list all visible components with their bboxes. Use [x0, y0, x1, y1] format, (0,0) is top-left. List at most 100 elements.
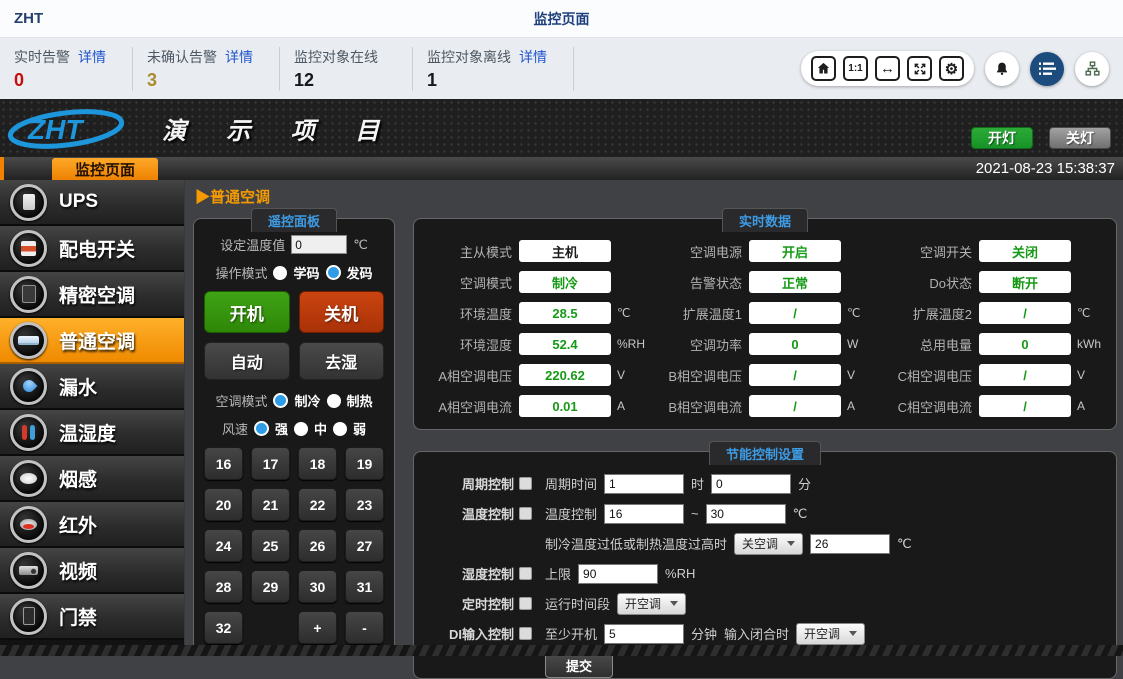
temp-control-checkbox[interactable] [519, 507, 532, 520]
sidebar-item-smoke[interactable]: 烟感 [0, 456, 184, 502]
field-value: 28.5 [519, 302, 611, 324]
field-phase-b-current: B相空调电流/A [650, 395, 880, 417]
minute-unit: 分 [798, 474, 811, 493]
temperature-keypad: 16 17 18 19 20 21 22 23 24 25 26 27 28 2… [204, 447, 384, 644]
sidebar-item-normal-ac[interactable]: 普通空调 [0, 318, 184, 364]
field-ac-switch: 空调开关关闭 [880, 240, 1110, 262]
run-period-select[interactable]: 开空调 [617, 593, 686, 615]
sidebar-item-infrared[interactable]: 红外 [0, 502, 184, 548]
settings-button[interactable]: ⚙ [939, 56, 964, 81]
di-control-checkbox[interactable] [519, 627, 532, 640]
sidebar-item-ups[interactable]: UPS [0, 180, 184, 226]
overlimit-action-select[interactable]: 关空调 [734, 533, 803, 555]
field-ac-power-w: 空调功率0W [650, 333, 880, 355]
overlimit-temp-input[interactable] [810, 534, 890, 554]
cycle-hour-input[interactable] [604, 474, 684, 494]
field-value: 断开 [979, 271, 1071, 293]
temp-range-label: 温度控制 [545, 504, 597, 523]
list-view-button[interactable] [1030, 52, 1064, 86]
gear-icon: ⚙ [945, 60, 958, 78]
radio-fan-mid[interactable] [294, 422, 308, 436]
power-off-button[interactable]: 关机 [299, 291, 385, 333]
thermometer-icon [10, 414, 47, 451]
temp-key[interactable]: 17 [251, 447, 290, 480]
temp-key[interactable]: 30 [298, 570, 337, 603]
sidebar-item-temp-humidity[interactable]: 温湿度 [0, 410, 184, 456]
logo-bar: ZHT 演 示 项 目 开灯 关灯 [0, 99, 1123, 157]
radio-heating[interactable] [327, 394, 341, 408]
temp-key[interactable]: 19 [345, 447, 384, 480]
ups-icon [10, 184, 47, 221]
sidebar-item-power-switch[interactable]: 配电开关 [0, 226, 184, 272]
dehumidify-button[interactable]: 去湿 [299, 342, 385, 380]
temp-min-input[interactable] [604, 504, 684, 524]
temp-key[interactable]: 32 [204, 611, 243, 644]
field-value: / [749, 395, 841, 417]
humidity-limit-input[interactable] [578, 564, 658, 584]
temp-max-input[interactable] [706, 504, 786, 524]
radio-learn-code[interactable] [273, 266, 287, 280]
one-to-one-icon: 1:1 [848, 63, 862, 74]
fit-width-icon: ↔ [880, 60, 895, 77]
temp-key[interactable]: 18 [298, 447, 337, 480]
input-closed-select[interactable]: 开空调 [796, 623, 865, 645]
field-total-energy: 总用电量0kWh [880, 333, 1110, 355]
topology-button[interactable] [1075, 52, 1109, 86]
radio-fan-high[interactable] [254, 421, 269, 436]
details-link[interactable]: 详情 [78, 47, 106, 67]
details-link[interactable]: 详情 [225, 47, 253, 67]
light-off-button[interactable]: 关灯 [1049, 127, 1111, 149]
humidity-control-checkbox[interactable] [519, 567, 532, 580]
sidebar-item-water-leak[interactable]: 漏水 [0, 364, 184, 410]
radio-cooling[interactable] [273, 393, 288, 408]
cycle-minute-input[interactable] [711, 474, 791, 494]
auto-button[interactable]: 自动 [204, 342, 290, 380]
field-phase-c-current: C相空调电流/A [880, 395, 1110, 417]
cycle-control-checkbox[interactable] [519, 477, 532, 490]
temp-key[interactable]: 31 [345, 570, 384, 603]
stats-bar: 实时告警详情 0 未确认告警详情 3 监控对象在线 12 监控对象离线详情 1 … [0, 38, 1123, 99]
power-on-button[interactable]: 开机 [204, 291, 290, 333]
temp-minus-key[interactable]: - [345, 611, 384, 644]
op-mode-label: 操作模式 [215, 263, 267, 282]
bell-icon [993, 60, 1011, 78]
temp-key[interactable]: 24 [204, 529, 243, 562]
temp-key[interactable]: 25 [251, 529, 290, 562]
timer-control-checkbox[interactable] [519, 597, 532, 610]
temp-key[interactable]: 22 [298, 488, 337, 521]
temp-key[interactable]: 16 [204, 447, 243, 480]
alarm-bell-button[interactable] [985, 52, 1019, 86]
chevron-down-icon [670, 601, 678, 606]
temp-key[interactable]: 23 [345, 488, 384, 521]
field-value: / [979, 364, 1071, 386]
light-on-button[interactable]: 开灯 [971, 127, 1033, 149]
fullscreen-icon [913, 62, 927, 76]
fit-width-button[interactable]: ↔ [875, 56, 900, 81]
sidebar-item-video[interactable]: 视频 [0, 548, 184, 594]
details-link[interactable]: 详情 [519, 47, 547, 67]
set-temp-input[interactable] [291, 235, 347, 254]
temp-key[interactable]: 29 [251, 570, 290, 603]
temp-key[interactable]: 28 [204, 570, 243, 603]
tab-monitor-page[interactable]: 监控页面 [52, 158, 158, 180]
option-label: 学码 [293, 263, 319, 282]
run-period-label: 运行时间段 [545, 594, 610, 613]
temp-plus-key[interactable]: + [298, 611, 337, 644]
temp-key[interactable]: 26 [298, 529, 337, 562]
field-value: 正常 [749, 271, 841, 293]
temp-key[interactable]: 21 [251, 488, 290, 521]
option-label: 弱 [353, 419, 366, 438]
di-control-label: DI输入控制 [449, 624, 514, 643]
radio-send-code[interactable] [326, 265, 341, 280]
rh-unit: %RH [665, 566, 695, 581]
temp-key[interactable]: 20 [204, 488, 243, 521]
sidebar-item-precision-ac[interactable]: 精密空调 [0, 272, 184, 318]
radio-fan-low[interactable] [333, 422, 347, 436]
temp-key[interactable]: 27 [345, 529, 384, 562]
one-to-one-button[interactable]: 1:1 [843, 56, 868, 81]
min-runtime-input[interactable] [604, 624, 684, 644]
fullscreen-button[interactable] [907, 56, 932, 81]
sidebar-item-access-control[interactable]: 门禁 [0, 594, 184, 640]
celsius-unit: ℃ [793, 506, 808, 522]
home-button[interactable] [811, 56, 836, 81]
